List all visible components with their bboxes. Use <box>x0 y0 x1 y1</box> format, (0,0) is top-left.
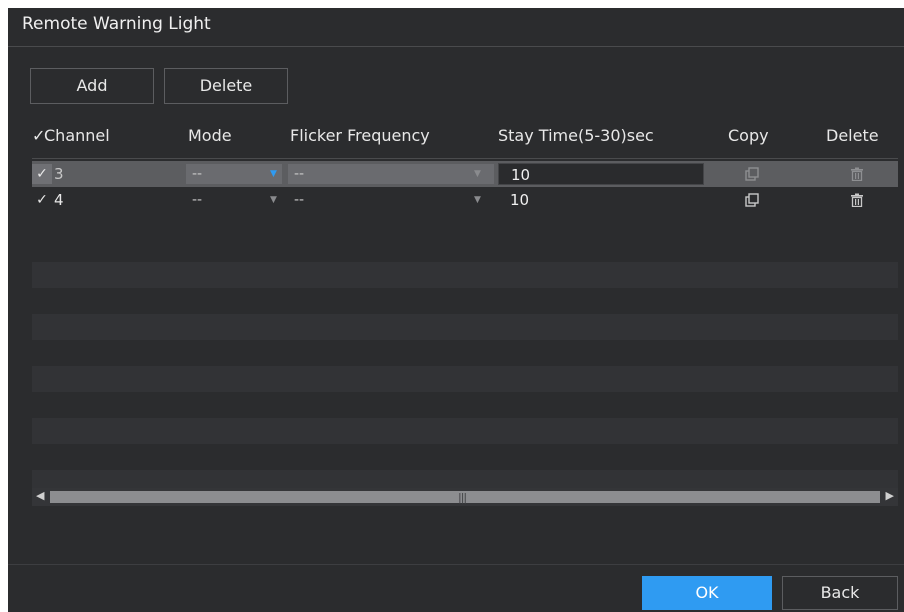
title-bar: Remote Warning Light <box>8 8 904 47</box>
trash-icon[interactable] <box>850 167 864 181</box>
mode-select[interactable]: -- ▼ <box>186 164 282 184</box>
row-checkbox[interactable]: ✓ <box>32 164 52 184</box>
table-body: ✓ 3 -- ▼ -- ▼ 10 ✓ 4 -- ▼ -- ▼ 10 <box>32 158 898 498</box>
header-copy: Copy <box>728 126 769 145</box>
header-mode: Mode <box>188 126 232 145</box>
trash-icon[interactable] <box>850 193 864 207</box>
stay-time-input[interactable]: 10 <box>498 189 704 211</box>
horizontal-scrollbar[interactable]: ◀ ||| ▶ <box>32 488 898 506</box>
channel-cell: 3 <box>54 165 64 183</box>
table-header: ✓ Channel Mode Flicker Frequency Stay Ti… <box>32 118 898 159</box>
add-button[interactable]: Add <box>30 68 154 104</box>
stay-time-input[interactable]: 10 <box>498 163 704 185</box>
copy-icon[interactable] <box>745 193 759 207</box>
header-flicker-frequency: Flicker Frequency <box>290 126 430 145</box>
flicker-frequency-select[interactable]: -- ▼ <box>288 190 494 210</box>
header-delete: Delete <box>826 126 879 145</box>
table-row[interactable]: ✓ 3 -- ▼ -- ▼ 10 <box>32 161 898 187</box>
footer-divider <box>8 564 904 565</box>
ok-button[interactable]: OK <box>642 576 772 610</box>
table-row[interactable]: ✓ 4 -- ▼ -- ▼ 10 <box>32 187 898 213</box>
caret-down-icon: ▼ <box>474 195 481 205</box>
caret-down-icon: ▼ <box>474 169 481 179</box>
warning-light-table: ✓ Channel Mode Flicker Frequency Stay Ti… <box>32 118 898 510</box>
caret-down-icon: ▼ <box>270 169 277 179</box>
remote-warning-light-dialog: Remote Warning Light Add Delete ✓ Channe… <box>8 8 904 612</box>
row-checkbox[interactable]: ✓ <box>32 190 52 210</box>
back-button[interactable]: Back <box>782 576 898 610</box>
scroll-grip-icon: ||| <box>458 491 467 504</box>
caret-down-icon: ▼ <box>270 195 277 205</box>
delete-button[interactable]: Delete <box>164 68 288 104</box>
header-channel: Channel <box>44 126 110 145</box>
header-stay-time: Stay Time(5-30)sec <box>498 126 654 145</box>
scroll-right-arrow-icon[interactable]: ▶ <box>886 489 894 502</box>
scroll-left-arrow-icon[interactable]: ◀ <box>36 489 44 502</box>
channel-cell: 4 <box>54 191 64 209</box>
mode-select[interactable]: -- ▼ <box>186 190 282 210</box>
copy-icon[interactable] <box>745 167 759 181</box>
flicker-frequency-select[interactable]: -- ▼ <box>288 164 494 184</box>
dialog-title: Remote Warning Light <box>22 14 211 34</box>
